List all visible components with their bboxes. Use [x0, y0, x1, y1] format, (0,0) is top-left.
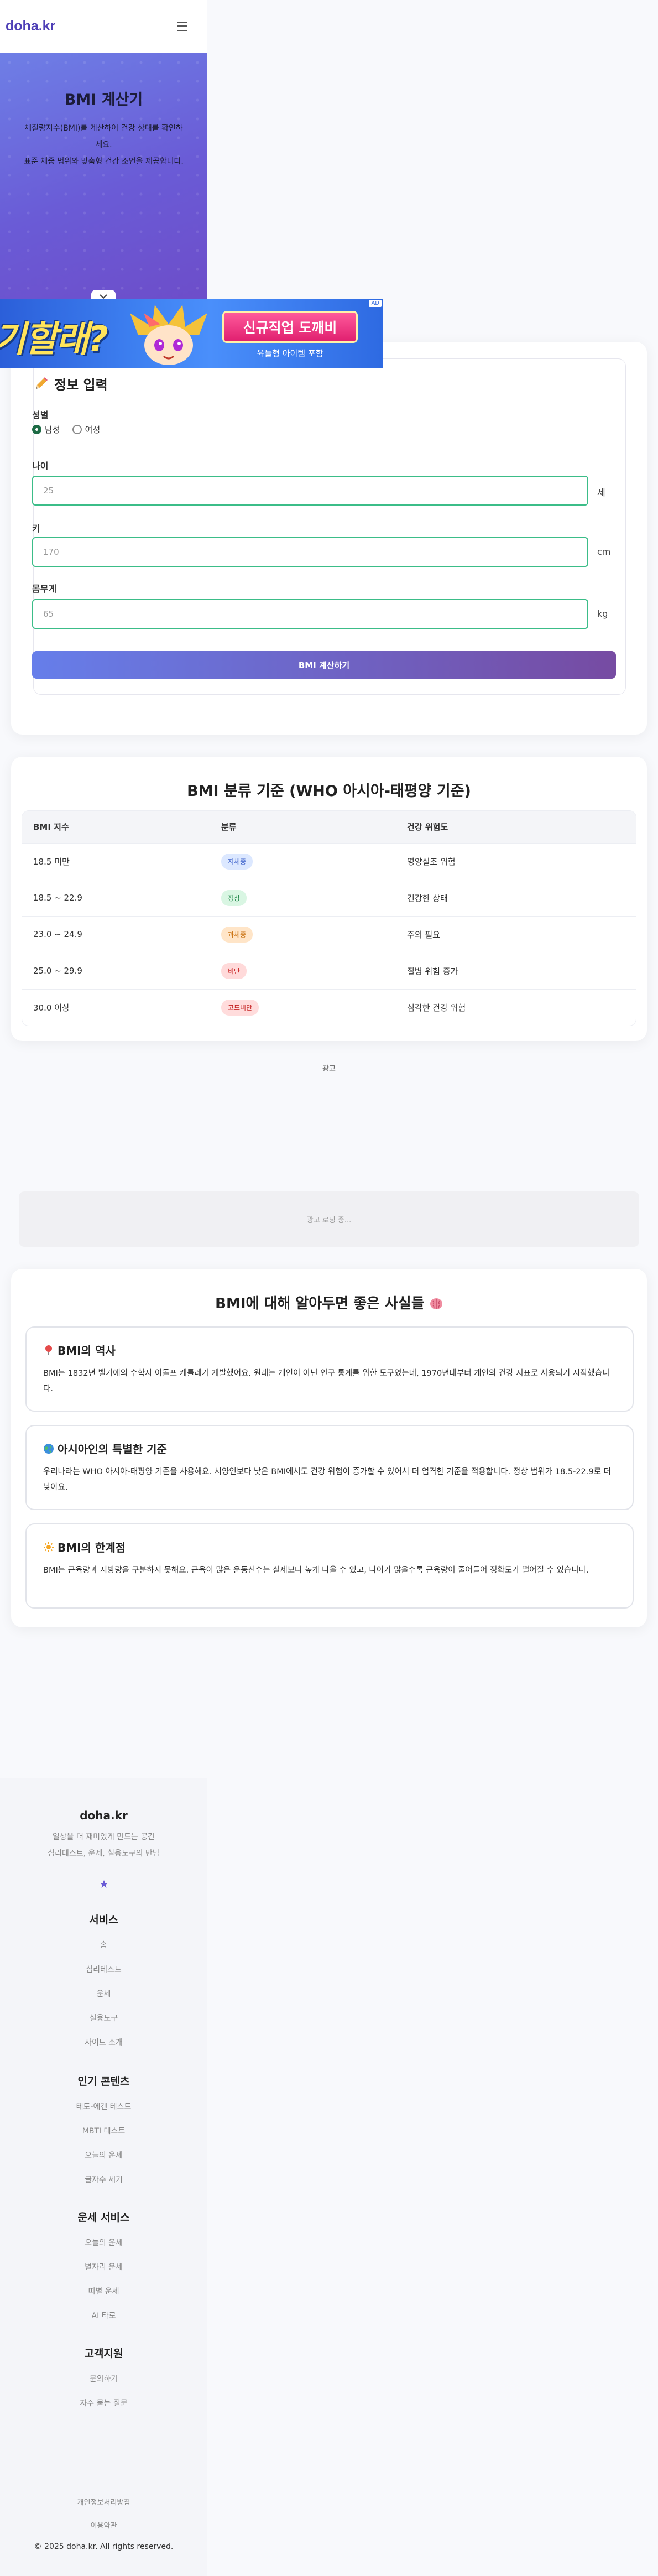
- fact-text: 우리나라는 WHO 아시아-태평양 기준을 사용해요. 서양인보다 낮은 BMI…: [43, 1467, 611, 1492]
- footer-link-home[interactable]: 홈: [0, 1933, 207, 1958]
- gender-male-option[interactable]: 남성: [32, 424, 60, 435]
- footer-logo[interactable]: doha.kr: [0, 1809, 207, 1822]
- gender-label: 성별: [32, 410, 49, 420]
- form-title: 정보 입력: [33, 374, 108, 393]
- status-badge: 과체중: [221, 926, 253, 943]
- hero-section: BMI 계산기 체질량지수(BMI)를 계산하여 건강 상태를 확인하 세요. …: [0, 53, 207, 302]
- status-badge: 비만: [221, 962, 247, 979]
- height-unit: cm: [597, 547, 611, 557]
- status-badge: 정상: [221, 889, 247, 906]
- footer-popular: 인기 콘텐츠 테토-에겐 테스트 MBTI 테스트 오늘의 운세 글자수 세기: [0, 2073, 207, 2192]
- footer-link-mbti[interactable]: MBTI 테스트: [0, 2119, 207, 2143]
- site-header: doha.kr: [0, 0, 207, 53]
- table-row: 18.5 미만 저체중 영양실조 위험: [22, 842, 636, 880]
- table-title: BMI 분류 기준 (WHO 아시아-태평양 기준): [187, 783, 471, 800]
- facts-card: BMI에 대해 알아두면 좋은 사실들 BMI의 역사 BMI는 1832년 벨…: [11, 1269, 647, 1627]
- height-label: 키: [32, 523, 40, 534]
- fact-item-asian-standard: 아시아인의 특별한 기준 우리나라는 WHO 아시아-태평양 기준을 사용해요.…: [25, 1425, 634, 1510]
- ad-cta-button[interactable]: 신규직업 도깨비: [222, 311, 358, 343]
- table-row: 18.5 ~ 22.9 정상 건강한 상태: [22, 879, 636, 916]
- globe-icon: [44, 1443, 54, 1454]
- ad-character-image: [130, 305, 207, 365]
- hero-description: 체질량지수(BMI)를 계산하여 건강 상태를 확인하 세요. 표준 체중 범위…: [24, 124, 184, 166]
- ad-label: 광고: [322, 1065, 336, 1073]
- pin-icon: [45, 1345, 52, 1355]
- weight-input[interactable]: 65: [32, 599, 588, 629]
- status-badge: 저체중: [221, 853, 253, 870]
- table-header-row: BMI 지수 분류 건강 위험도: [22, 811, 636, 843]
- fact-text: BMI는 근육량과 지방량을 구분하지 못해요. 근육이 많은 운동선수는 실제…: [43, 1566, 589, 1575]
- weight-unit: kg: [597, 608, 608, 619]
- page-title: BMI 계산기: [64, 91, 143, 108]
- ad-banner[interactable]: 기할래? 신규직업 도깨비 육들형 아이템 포함 AD: [0, 299, 383, 368]
- footer-link-about[interactable]: 사이트 소개: [0, 2031, 207, 2055]
- footer-link-animal[interactable]: 띠별 운세: [0, 2280, 207, 2304]
- height-input[interactable]: 170: [32, 537, 588, 567]
- calculate-button[interactable]: BMI 계산하기: [32, 651, 616, 679]
- footer-support: 고객지원 문의하기 자주 묻는 질문: [0, 2345, 207, 2416]
- col-header-class: 분류: [210, 811, 396, 843]
- warning-icon: [44, 1542, 54, 1552]
- radio-female[interactable]: [72, 425, 82, 434]
- footer-link-today[interactable]: 오늘의 운세: [0, 2231, 207, 2255]
- fact-item-limitations: BMI의 한계점 BMI는 근육량과 지방량을 구분하지 못해요. 근육이 많은…: [25, 1523, 634, 1609]
- footer-link-privacy[interactable]: 개인정보처리방침: [0, 2491, 207, 2515]
- site-footer: doha.kr 일상을 더 재미있게 만드는 공간 심리테스트, 운세, 실용도구…: [0, 1778, 207, 2576]
- footer-link-contact[interactable]: 문의하기: [0, 2367, 207, 2391]
- footer-link-psych[interactable]: 심리테스트: [0, 1958, 207, 1982]
- status-badge: 고도비만: [221, 999, 259, 1016]
- weight-label: 몸무게: [32, 584, 57, 594]
- table-row: 25.0 ~ 29.9 비만 질병 위험 증가: [22, 952, 636, 989]
- ad-headline: 기할래?: [0, 319, 108, 360]
- facts-title: BMI에 대해 알아두면 좋은 사실들: [11, 1292, 647, 1313]
- footer-link-zodiac[interactable]: 별자리 운세: [0, 2255, 207, 2280]
- age-input[interactable]: 25: [32, 476, 588, 506]
- brain-icon: [430, 1298, 442, 1309]
- age-label: 나이: [32, 461, 49, 471]
- table-row: 30.0 이상 고도비만 심각한 건강 위험: [22, 988, 636, 1026]
- input-form-panel: [33, 358, 626, 695]
- footer-link-fortune[interactable]: 운세: [0, 1982, 207, 2006]
- site-logo[interactable]: doha.kr: [6, 18, 55, 34]
- footer-link-tools[interactable]: 실용도구: [0, 2006, 207, 2031]
- table-row: 23.0 ~ 24.9 과체중 주의 필요: [22, 915, 636, 953]
- footer-link-char-count[interactable]: 글자수 세기: [0, 2168, 207, 2192]
- bmi-table: BMI 지수 분류 건강 위험도 18.5 미만 저체중 영양실조 위험 18.…: [22, 811, 636, 1026]
- ad-badge: AD: [369, 300, 382, 307]
- star-icon: [100, 1880, 108, 1888]
- menu-icon[interactable]: [177, 21, 187, 32]
- footer-link-teto[interactable]: 테토-에겐 테스트: [0, 2095, 207, 2119]
- ad-loading-placeholder: 광고 로딩 중...: [19, 1191, 639, 1247]
- footer-link-terms[interactable]: 이용약관: [0, 2515, 207, 2538]
- footer-description: 일상을 더 재미있게 만드는 공간 심리테스트, 운세, 실용도구의 만남: [48, 1833, 160, 1858]
- col-header-bmi: BMI 지수: [22, 811, 210, 843]
- pencil-icon: [36, 377, 48, 389]
- bmi-table-card: BMI 분류 기준 (WHO 아시아-태평양 기준) BMI 지수 분류 건강 …: [11, 757, 647, 1041]
- footer-services: 서비스 홈 심리테스트 운세 실용도구 사이트 소개: [0, 1912, 207, 2055]
- footer-legal-links: 개인정보처리방침 이용약관: [0, 2491, 207, 2538]
- fact-item-history: BMI의 역사 BMI는 1832년 벨기에의 수학자 아돌프 케틀레가 개발했…: [25, 1326, 634, 1412]
- footer-fortune: 운세 서비스 오늘의 운세 별자리 운세 띠별 운세 AI 타로: [0, 2209, 207, 2328]
- footer-link-daily-fortune[interactable]: 오늘의 운세: [0, 2143, 207, 2168]
- footer-link-tarot[interactable]: AI 타로: [0, 2304, 207, 2328]
- ad-subtext: 육들형 아이템 포함: [257, 348, 323, 358]
- footer-link-faq[interactable]: 자주 묻는 질문: [0, 2391, 207, 2416]
- col-header-risk: 건강 위험도: [396, 811, 636, 843]
- gender-radio-group: 남성 여성: [32, 424, 100, 435]
- fact-text: BMI는 1832년 벨기에의 수학자 아돌프 케틀레가 개발했어요. 원래는 …: [43, 1369, 610, 1393]
- radio-male[interactable]: [32, 425, 41, 434]
- gender-female-option[interactable]: 여성: [72, 424, 100, 435]
- copyright: © 2025 doha.kr. All rights reserved.: [34, 2542, 174, 2551]
- age-unit: 세: [597, 487, 605, 498]
